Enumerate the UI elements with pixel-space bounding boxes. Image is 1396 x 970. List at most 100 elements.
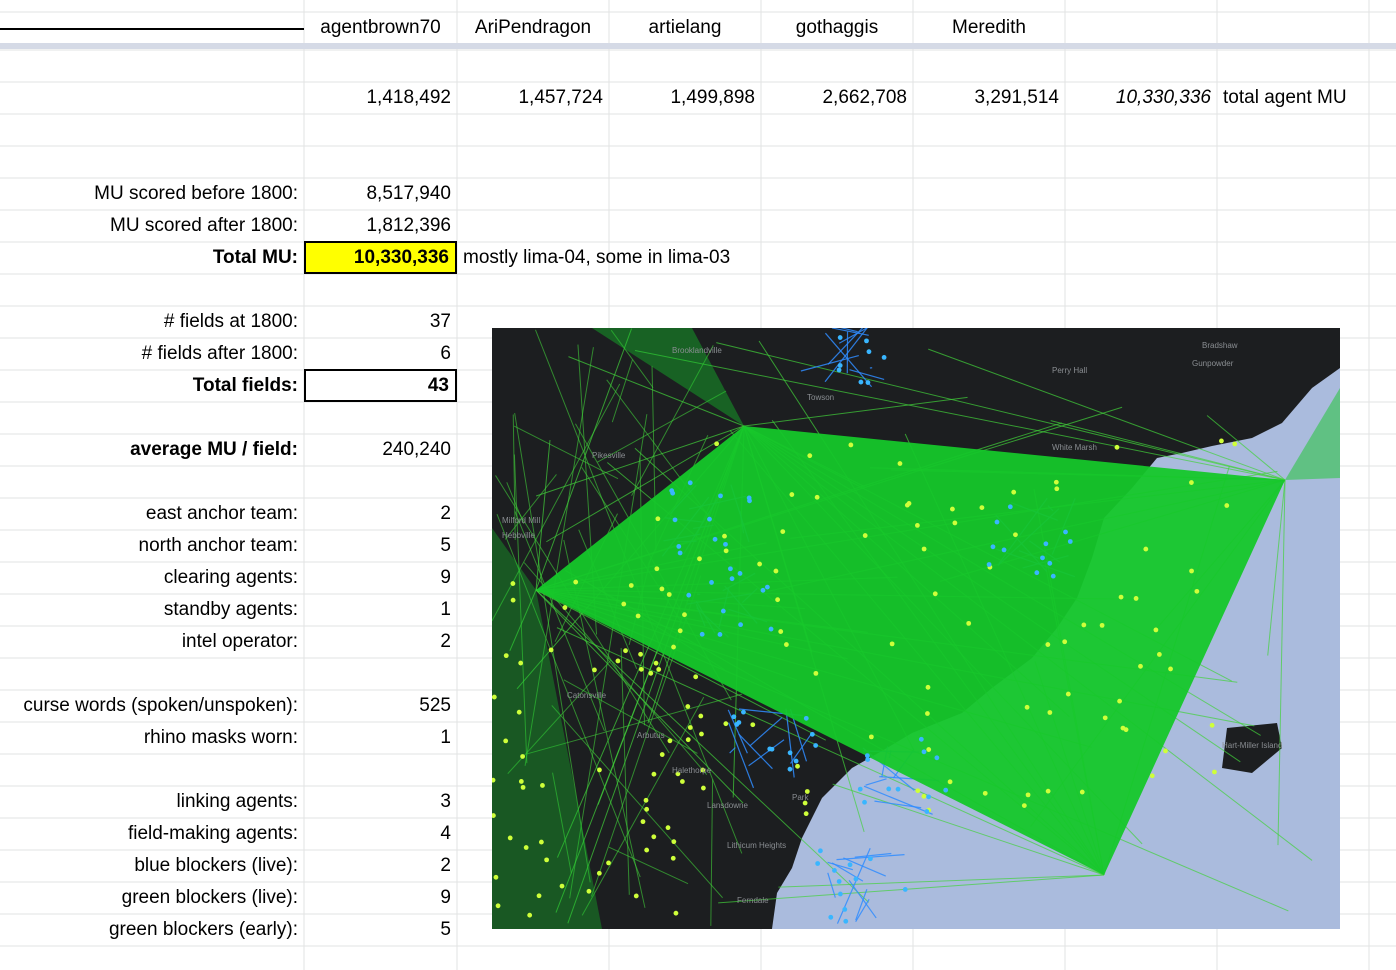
- portal-yellow: [518, 660, 524, 666]
- header-player-4[interactable]: gothaggis: [761, 12, 913, 44]
- portal-yellow: [679, 779, 685, 784]
- fields-at-label[interactable]: # fields at 1800:: [0, 306, 304, 338]
- portal-yellow: [697, 556, 702, 562]
- player-mu-2[interactable]: 1,457,724: [457, 82, 609, 114]
- portal-yellow: [1053, 479, 1059, 485]
- misc-value-1[interactable]: 525: [304, 690, 457, 722]
- portal-yellow: [562, 605, 568, 610]
- agent-value-2[interactable]: 4: [304, 818, 457, 850]
- portal-blue: [847, 862, 853, 868]
- portal-yellow: [623, 648, 628, 654]
- team-label-3[interactable]: clearing agents:: [0, 562, 304, 594]
- map-canvas: Brooklandville Towson Perry Hall Bradshaw Gu…: [492, 328, 1340, 929]
- team-value-3[interactable]: 9: [304, 562, 457, 594]
- portal-blue: [865, 757, 871, 762]
- portal-blue: [895, 786, 901, 792]
- portal-yellow: [915, 788, 921, 794]
- team-label-4[interactable]: standby agents:: [0, 594, 304, 626]
- portal-blue: [1050, 573, 1056, 579]
- map-place-label: Brooklandville: [672, 346, 722, 355]
- team-value-1[interactable]: 2: [304, 498, 457, 530]
- portal-blue: [687, 480, 693, 486]
- misc-label-2[interactable]: rhino masks worn:: [0, 722, 304, 754]
- portal-yellow: [1189, 480, 1194, 485]
- portal-yellow: [633, 893, 639, 899]
- portal-yellow: [615, 658, 621, 664]
- portal-yellow: [1054, 486, 1060, 492]
- fields-after-label[interactable]: # fields after 1800:: [0, 338, 304, 370]
- total-fields-label[interactable]: Total fields:: [0, 370, 304, 402]
- portal-yellow: [950, 506, 955, 512]
- team-value-5[interactable]: 2: [304, 626, 457, 658]
- mu-after-label[interactable]: MU scored after 1800:: [0, 210, 304, 242]
- agent-value-3[interactable]: 2: [304, 850, 457, 882]
- portal-blue: [712, 536, 718, 542]
- portal-blue: [737, 571, 743, 576]
- fields-after-value[interactable]: 6: [304, 338, 457, 370]
- team-value-2[interactable]: 5: [304, 530, 457, 562]
- portal-yellow: [495, 903, 501, 909]
- portal-yellow: [699, 731, 704, 737]
- total-agent-mu-value[interactable]: 10,330,336: [1065, 82, 1217, 114]
- portal-blue: [670, 490, 676, 496]
- agent-label-5[interactable]: green blockers (early):: [0, 914, 304, 946]
- mu-before-value[interactable]: 8,517,940: [304, 178, 457, 210]
- agent-value-1[interactable]: 3: [304, 786, 457, 818]
- portal-yellow: [523, 845, 529, 850]
- portal-yellow: [653, 660, 659, 666]
- average-mu-value[interactable]: 240,240: [304, 434, 457, 466]
- team-label-1[interactable]: east anchor team:: [0, 498, 304, 530]
- player-mu-3[interactable]: 1,499,898: [609, 82, 761, 114]
- mu-after-value[interactable]: 1,812,396: [304, 210, 457, 242]
- team-label-5[interactable]: intel operator:: [0, 626, 304, 658]
- portal-yellow: [659, 586, 665, 592]
- total-agent-mu-label[interactable]: total agent MU: [1217, 82, 1369, 114]
- header-player-5[interactable]: Meredith: [913, 12, 1065, 44]
- portal-yellow: [757, 561, 763, 567]
- portal-blue: [1043, 541, 1049, 547]
- player-mu-1[interactable]: 1,418,492: [304, 82, 457, 114]
- agent-label-3[interactable]: blue blockers (live):: [0, 850, 304, 882]
- misc-value-2[interactable]: 1: [304, 722, 457, 754]
- header-player-3[interactable]: artielang: [609, 12, 761, 44]
- operation-map-image[interactable]: Brooklandville Towson Perry Hall Bradshaw Gu…: [492, 328, 1340, 929]
- portal-yellow: [1149, 773, 1155, 779]
- agent-label-1[interactable]: linking agents:: [0, 786, 304, 818]
- total-mu-value[interactable]: 10,330,336: [304, 241, 457, 274]
- fields-at-value[interactable]: 37: [304, 306, 457, 338]
- total-mu-note[interactable]: mostly lima-04, some in lima-03: [457, 242, 777, 274]
- player-mu-4[interactable]: 2,662,708: [761, 82, 913, 114]
- portal-yellow: [1194, 588, 1200, 594]
- portal-yellow: [538, 839, 544, 845]
- agent-label-4[interactable]: green blockers (live):: [0, 882, 304, 914]
- portal-yellow: [814, 494, 820, 500]
- player-mu-5[interactable]: 3,291,514: [913, 82, 1065, 114]
- portal-blue: [731, 714, 737, 720]
- agent-value-5[interactable]: 5: [304, 914, 457, 946]
- average-mu-label[interactable]: average MU / field:: [0, 434, 304, 466]
- header-divider-line: [0, 28, 304, 30]
- agent-value-4[interactable]: 9: [304, 882, 457, 914]
- team-value-4[interactable]: 1: [304, 594, 457, 626]
- portal-yellow: [921, 793, 927, 799]
- total-mu-label[interactable]: Total MU:: [0, 242, 304, 274]
- header-player-2[interactable]: AriPendragon: [457, 12, 609, 44]
- total-fields-value[interactable]: 43: [304, 369, 457, 402]
- portal-blue: [943, 787, 949, 793]
- portal-yellow: [926, 747, 932, 752]
- portal-blue: [1067, 539, 1073, 544]
- agent-label-2[interactable]: field-making agents:: [0, 818, 304, 850]
- portal-blue: [1001, 547, 1007, 553]
- misc-label-1[interactable]: curse words (spoken/unspoken):: [0, 690, 304, 722]
- portal-yellow: [638, 651, 643, 657]
- team-label-2[interactable]: north anchor team:: [0, 530, 304, 562]
- portal-yellow: [520, 784, 526, 790]
- header-player-1[interactable]: agentbrown70: [304, 12, 457, 44]
- portal-yellow: [638, 666, 644, 672]
- portal-blue: [934, 755, 940, 761]
- portal-blue: [769, 746, 775, 752]
- portal-blue: [727, 566, 733, 572]
- portal-yellow: [540, 783, 545, 788]
- mu-before-label[interactable]: MU scored before 1800:: [0, 178, 304, 210]
- map-place-label: Hebbville: [502, 531, 535, 540]
